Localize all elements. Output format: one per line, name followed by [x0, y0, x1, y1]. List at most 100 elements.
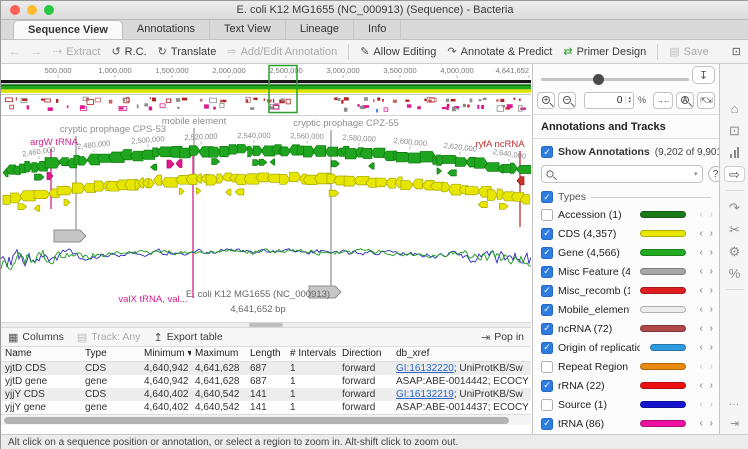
type-checkbox[interactable]: ✓: [541, 285, 553, 297]
type-checkbox[interactable]: [541, 209, 553, 221]
collapse-panel-icon[interactable]: ⇥: [730, 417, 739, 430]
search-dropdown-icon[interactable]: ▾: [694, 170, 698, 178]
search-input[interactable]: [558, 169, 690, 180]
type-row-gene-4-566-[interactable]: ✓Gene (4,566)‹ ›: [533, 243, 719, 262]
annotate-tool-icon[interactable]: ↷: [729, 199, 740, 215]
jump-to-end-button[interactable]: ↧: [692, 66, 715, 84]
annotation-label-ryfa[interactable]: ryfA ncRNA: [475, 139, 525, 150]
type-row-repeat-region-697-[interactable]: Repeat Region (697)‹ ›: [533, 357, 719, 376]
tab-text-view[interactable]: Text View: [210, 20, 286, 39]
db-xref-link[interactable]: GI:16132219: [396, 389, 454, 400]
type-checkbox[interactable]: ✓: [541, 228, 553, 240]
type-color-bar[interactable]: [640, 268, 686, 275]
graphs-tool-icon[interactable]: [730, 144, 739, 160]
tab-info[interactable]: Info: [354, 20, 401, 39]
scrollbar-thumb[interactable]: [4, 417, 509, 424]
general-tool-icon[interactable]: ⌂: [731, 100, 739, 116]
slider-handle[interactable]: [593, 74, 604, 85]
type-checkbox[interactable]: [541, 399, 553, 411]
type-checkbox[interactable]: ✓: [541, 380, 553, 392]
type-row-source-1-[interactable]: Source (1)‹ ›: [533, 395, 719, 414]
column-header-direction[interactable]: Direction: [338, 347, 392, 361]
column-header-minimum[interactable]: Minimum ▾: [140, 347, 191, 361]
type-prev-next-buttons[interactable]: ‹ ›: [691, 266, 715, 277]
type-color-bar[interactable]: [640, 230, 686, 237]
show-annotations-checkbox[interactable]: ✓: [541, 146, 553, 158]
annotation-label-cps53[interactable]: cryptic prophage CPS-53: [60, 124, 166, 135]
tab-annotations[interactable]: Annotations: [123, 20, 210, 39]
annotations-tool-icon[interactable]: ⇨: [724, 166, 745, 182]
zoom-percent-input[interactable]: 0 ▴▾: [584, 92, 634, 109]
type-prev-next-buttons[interactable]: ‹ ›: [691, 247, 715, 258]
type-prev-next-buttons[interactable]: ‹ ›: [691, 285, 715, 296]
minimize-window-button[interactable]: [27, 5, 37, 15]
allow-editing-button[interactable]: ✎Allow Editing: [360, 45, 436, 58]
annotation-search-box[interactable]: ▾: [541, 165, 703, 183]
type-prev-next-buttons[interactable]: ‹ ›: [691, 399, 715, 410]
type-checkbox[interactable]: ✓: [541, 304, 553, 316]
db-xref-link[interactable]: GI:16132220: [396, 363, 454, 374]
genome-overview[interactable]: 500,0001,000,0001,500,0002,000,0002,500,…: [1, 64, 531, 116]
type-row-cds-4-357-[interactable]: ✓CDS (4,357)‹ ›: [533, 224, 719, 243]
back-button[interactable]: ←: [9, 46, 20, 58]
type-color-bar[interactable]: [640, 325, 686, 332]
type-checkbox[interactable]: [541, 361, 553, 373]
table-row[interactable]: yjtD CDSCDS4,640,9424,641,6286871forward…: [1, 362, 531, 375]
type-prev-next-buttons[interactable]: ‹ ›: [691, 323, 715, 334]
column-header-maximum[interactable]: Maximum: [191, 347, 246, 361]
sequence-view-svg[interactable]: 2,460,0002,480,0002,500,0002,520,0002,54…: [1, 116, 531, 322]
type-checkbox[interactable]: ✓: [541, 247, 553, 259]
zoom-to-selection-button[interactable]: A: [676, 92, 694, 109]
type-color-bar[interactable]: [640, 287, 686, 294]
zoom-out-button[interactable]: −: [558, 92, 576, 109]
tab-lineage[interactable]: Lineage: [286, 20, 354, 39]
close-window-button[interactable]: [10, 5, 20, 15]
splitter-handle[interactable]: [249, 323, 283, 327]
zoom-slider[interactable]: [541, 74, 689, 85]
pop-in-button[interactable]: ⇥Pop in: [481, 331, 524, 344]
type-row-ncrna-72-[interactable]: ✓ncRNA (72)‹ ›: [533, 319, 719, 338]
extract-button[interactable]: ⇢Extract: [53, 45, 100, 58]
toolbar-options-button[interactable]: ⊡: [732, 45, 741, 58]
column-header--intervals[interactable]: # Intervals: [286, 347, 338, 361]
export-table-button[interactable]: ↥Export table: [153, 331, 222, 344]
type-prev-next-buttons[interactable]: ‹ ›: [691, 209, 715, 220]
fit-to-width-button[interactable]: →←: [653, 92, 673, 109]
type-prev-next-buttons[interactable]: ‹ ›: [691, 304, 715, 315]
reverse-complement-button[interactable]: ↺R.C.: [111, 45, 146, 58]
zoom-in-button[interactable]: +: [537, 92, 555, 109]
type-checkbox[interactable]: ✓: [541, 323, 553, 335]
restriction-sites-tool-icon[interactable]: ✂: [729, 221, 740, 237]
type-checkbox[interactable]: ✓: [541, 418, 553, 430]
table-row[interactable]: yjtD genegene4,640,9424,641,6286871forwa…: [1, 375, 531, 388]
tab-sequence-view[interactable]: Sequence View: [13, 20, 123, 39]
type-color-bar[interactable]: [640, 249, 686, 256]
column-header-name[interactable]: Name: [1, 347, 81, 361]
type-row-mobile-element-49-[interactable]: ✓Mobile_element (49)‹ ›: [533, 300, 719, 319]
type-prev-next-buttons[interactable]: ‹ ›: [691, 361, 715, 372]
annotate-predict-button[interactable]: ↷Annotate & Predict: [447, 45, 552, 58]
slider-track[interactable]: [541, 78, 689, 81]
primer-design-button[interactable]: ⇄Primer Design: [563, 45, 646, 58]
type-color-bar[interactable]: [640, 211, 686, 218]
type-prev-next-buttons[interactable]: ‹ ›: [691, 342, 715, 353]
column-header-db-xref[interactable]: db_xref: [392, 347, 531, 361]
table-row[interactable]: yjjY CDSCDS4,640,4024,640,5421411forward…: [1, 388, 531, 401]
type-row-misc-feature-48-[interactable]: ✓Misc Feature (48)‹ ›: [533, 262, 719, 281]
type-prev-next-buttons[interactable]: ‹ ›: [691, 228, 715, 239]
save-button[interactable]: ▤Save: [669, 45, 708, 58]
translate-button[interactable]: ↻Translate: [158, 45, 217, 58]
callout-flag-cps53[interactable]: [54, 230, 86, 242]
type-checkbox[interactable]: ✓: [541, 266, 553, 278]
type-row-origin-of-replication-1-[interactable]: ✓Origin of replication (1)‹ ›: [533, 338, 719, 357]
add-edit-annotation-button[interactable]: ⇨Add/Edit Annotation: [227, 45, 337, 58]
column-header-length[interactable]: Length: [246, 347, 286, 361]
type-color-bar[interactable]: [640, 363, 686, 370]
annotation-label-cpz55[interactable]: cryptic prophage CPZ-55: [293, 118, 399, 129]
more-tools-icon[interactable]: …: [729, 396, 741, 408]
settings-tool-icon[interactable]: ⚙: [729, 243, 741, 259]
track-filter-button[interactable]: ▤Track: Any: [77, 331, 141, 344]
type-prev-next-buttons[interactable]: ‹ ›: [691, 380, 715, 391]
type-prev-next-buttons[interactable]: ‹ ›: [691, 418, 715, 429]
type-color-bar[interactable]: [640, 382, 686, 389]
